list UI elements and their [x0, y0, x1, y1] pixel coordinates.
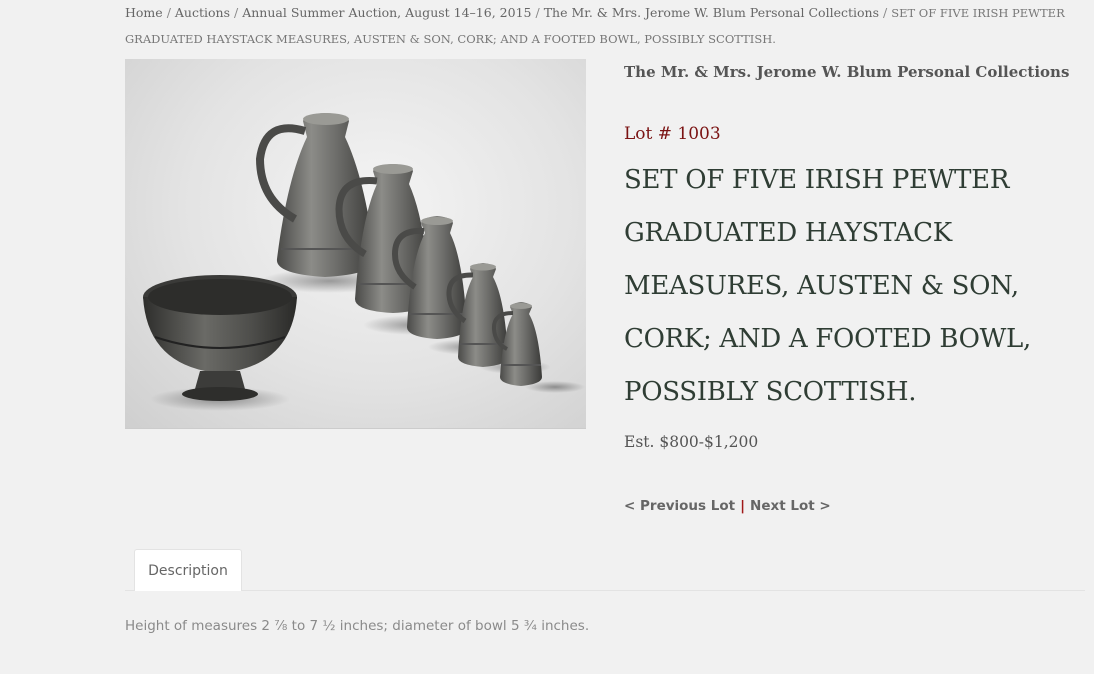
breadcrumb: Home / Auctions / Annual Summer Auction, Aug…: [125, 0, 1080, 52]
breadcrumb-home-link[interactable]: Home: [125, 5, 163, 20]
breadcrumb-auctions-link[interactable]: Auctions: [175, 5, 230, 20]
collection-name: The Mr. & Mrs. Jerome W. Blum Personal C…: [624, 63, 1070, 81]
pewter-measures-image: [143, 113, 585, 411]
breadcrumb-collection-link[interactable]: The Mr. & Mrs. Jerome W. Blum Personal C…: [544, 5, 879, 20]
lot-navigation: < Previous Lot | Next Lot >: [624, 498, 831, 514]
breadcrumb-separator: /: [234, 5, 239, 20]
breadcrumb-separator: /: [166, 5, 171, 20]
previous-lot-link[interactable]: < Previous Lot: [624, 498, 735, 514]
next-lot-link[interactable]: Next Lot >: [750, 498, 831, 514]
lot-estimate: Est. $800-$1,200: [624, 433, 759, 451]
nav-divider: |: [740, 498, 746, 514]
breadcrumb-separator: /: [882, 5, 888, 20]
description-text: Height of measures 2 ⅞ to 7 ½ inches; di…: [125, 618, 590, 634]
lot-title: SET OF FIVE IRISH PEWTER GRADUATED HAYST…: [624, 165, 1031, 407]
breadcrumb-separator: /: [535, 5, 540, 20]
tabs-divider: [125, 590, 1085, 591]
tab-description[interactable]: Description: [134, 549, 242, 591]
breadcrumb-auction-link[interactable]: Annual Summer Auction, August 14–16, 201…: [242, 5, 531, 20]
lot-photo[interactable]: [125, 59, 586, 429]
lot-number: Lot # 1003: [624, 124, 721, 144]
